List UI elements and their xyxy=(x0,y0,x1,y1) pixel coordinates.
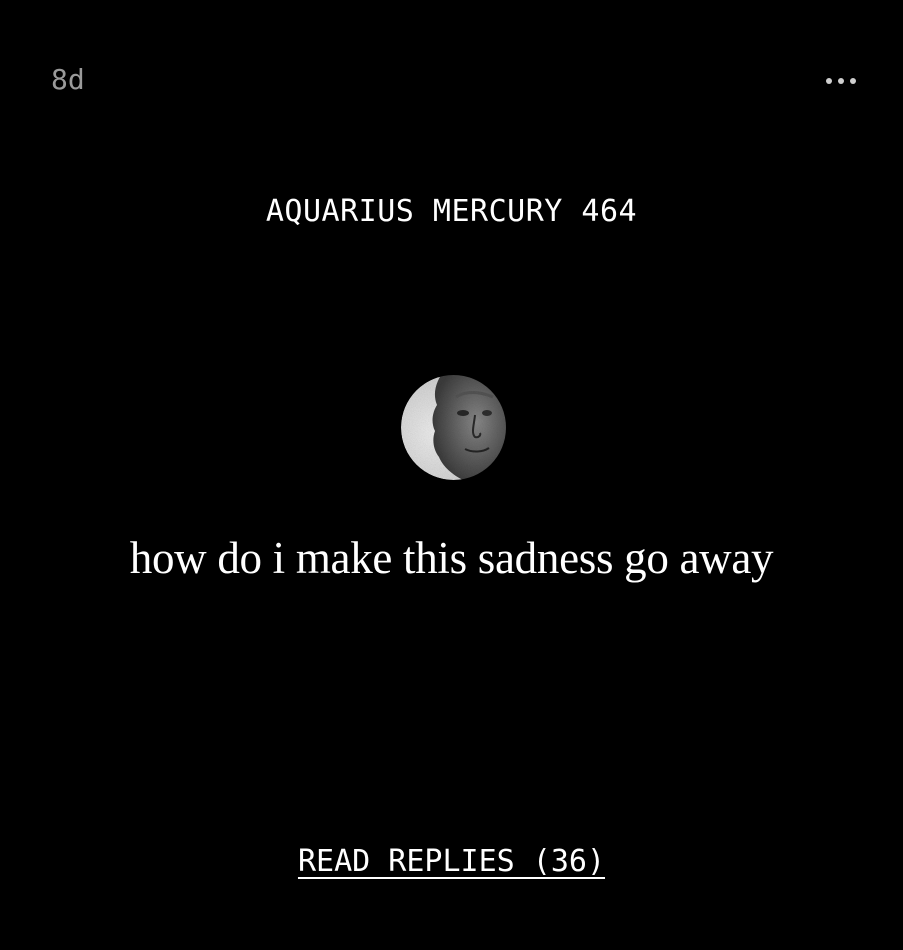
more-options-button[interactable] xyxy=(818,66,866,96)
post-card: 8d AQUARIUS MERCURY 464 how do i make th… xyxy=(0,0,903,950)
moon-face-avatar-image xyxy=(401,375,506,480)
post-body-text: how do i make this sadness go away xyxy=(129,533,774,583)
more-horizontal-icon xyxy=(826,78,856,84)
read-replies-container: READ REPLIES (36) xyxy=(0,842,903,882)
avatar xyxy=(401,375,506,480)
post-timestamp: 8d xyxy=(51,63,85,96)
post-author: AQUARIUS MERCURY 464 xyxy=(265,194,638,229)
read-replies-link[interactable]: READ REPLIES (36) xyxy=(298,844,605,879)
